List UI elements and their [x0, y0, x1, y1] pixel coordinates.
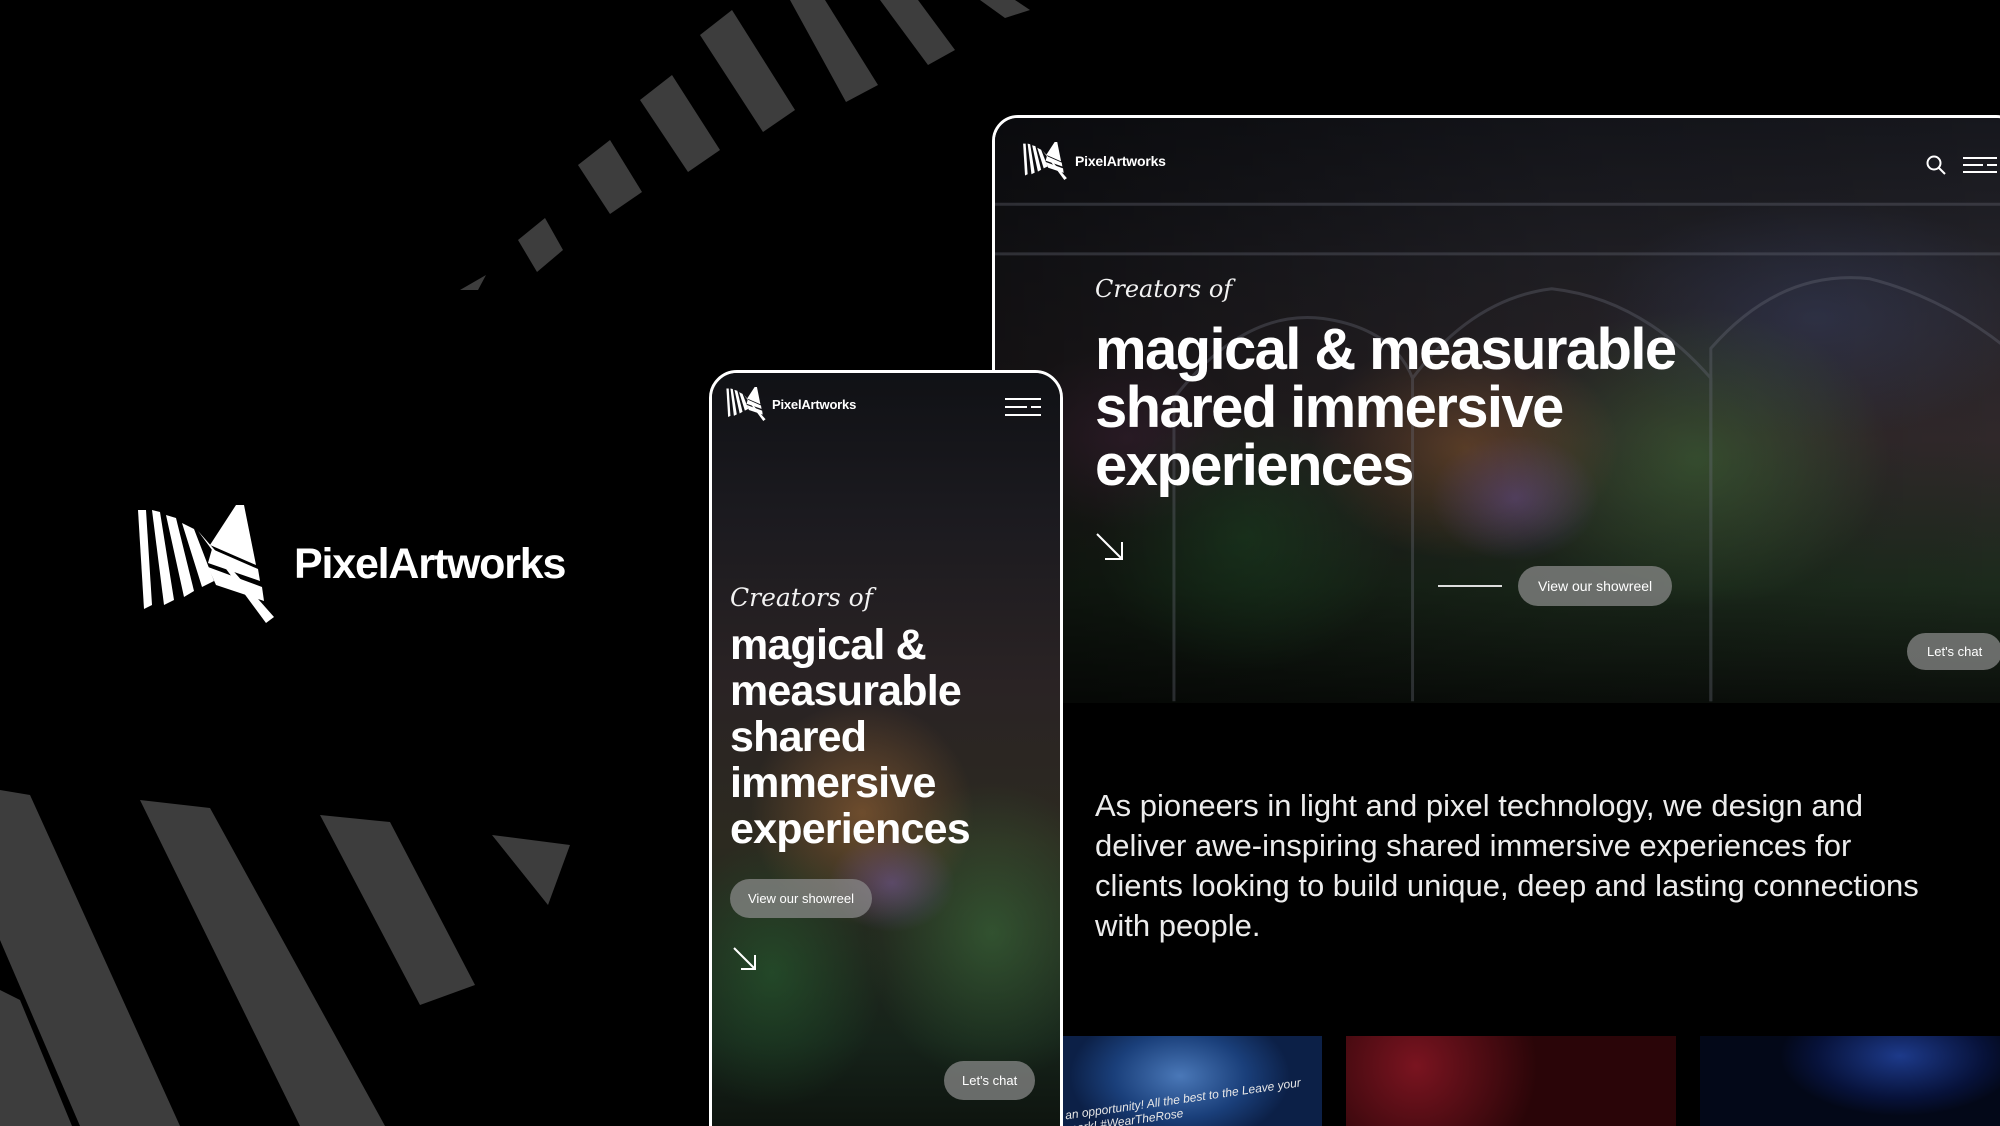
chat-button[interactable]: Let's chat	[944, 1061, 1036, 1100]
hero-headline: magical & measurable shared immersive ex…	[1095, 321, 1855, 495]
project-thumbnail[interactable]	[1346, 1036, 1676, 1126]
hero-eyebrow: Creators of	[1095, 275, 1233, 303]
headline-line: experiences	[1095, 433, 1414, 498]
headline-line: experiences	[730, 805, 971, 853]
logo-text[interactable]: PixelArtworks	[1075, 153, 1166, 169]
logo-icon[interactable]	[726, 387, 766, 421]
hero-headline: magical & measurable shared immersive ex…	[730, 622, 1050, 852]
hero-content: Creators of magical & measurable shared …	[730, 583, 1050, 852]
menu-icon[interactable]	[1963, 156, 1997, 174]
mobile-mockup: PixelArtworks Creators of magical & meas…	[709, 370, 1063, 1126]
pixelartworks-logo-icon	[138, 505, 274, 623]
headline-line: measurable	[730, 667, 962, 715]
logo-icon[interactable]	[1023, 142, 1067, 180]
showreel-button[interactable]: View our showreel	[1518, 566, 1673, 606]
brand-logo: PixelArtworks	[138, 505, 566, 623]
intro-text: As pioneers in light and pixel technolog…	[1095, 788, 1919, 943]
brand-name: PixelArtworks	[294, 539, 566, 588]
headline-line: immersive	[730, 759, 936, 807]
arrow-down-right-icon[interactable]	[1095, 532, 1125, 562]
desktop-navbar: PixelArtworks	[1023, 142, 1166, 180]
showreel-row: View our showreel	[1438, 566, 1673, 606]
thumbnail-caption: an opportunity! All the best to the Leav…	[1064, 1075, 1302, 1126]
headline-line: magical &	[730, 621, 927, 669]
desktop-mockup: PixelArtworks Creators of magical & meas…	[992, 115, 2000, 1126]
mobile-navbar: PixelArtworks	[726, 387, 856, 421]
project-thumbnail[interactable]	[1700, 1036, 2000, 1126]
project-thumbnail[interactable]: an opportunity! All the best to the Leav…	[1060, 1036, 1322, 1126]
showreel-button[interactable]: View our showreel	[730, 879, 872, 918]
logo-text[interactable]: PixelArtworks	[772, 397, 856, 412]
headline-line: shared	[730, 713, 867, 761]
chat-button[interactable]: Let's chat	[1907, 633, 2000, 670]
hero-content: Creators of magical & measurable shared …	[1095, 275, 1855, 495]
headline-line: shared immersive	[1095, 375, 1564, 440]
arrow-down-right-icon[interactable]	[732, 946, 758, 972]
hero-eyebrow: Creators of	[730, 583, 873, 612]
menu-icon[interactable]	[1005, 397, 1041, 417]
headline-line: magical & measurable	[1095, 317, 1677, 382]
divider-line	[1438, 585, 1502, 587]
search-icon[interactable]	[1925, 154, 1947, 176]
project-thumbnails: an opportunity! All the best to the Leav…	[1060, 1036, 2000, 1126]
